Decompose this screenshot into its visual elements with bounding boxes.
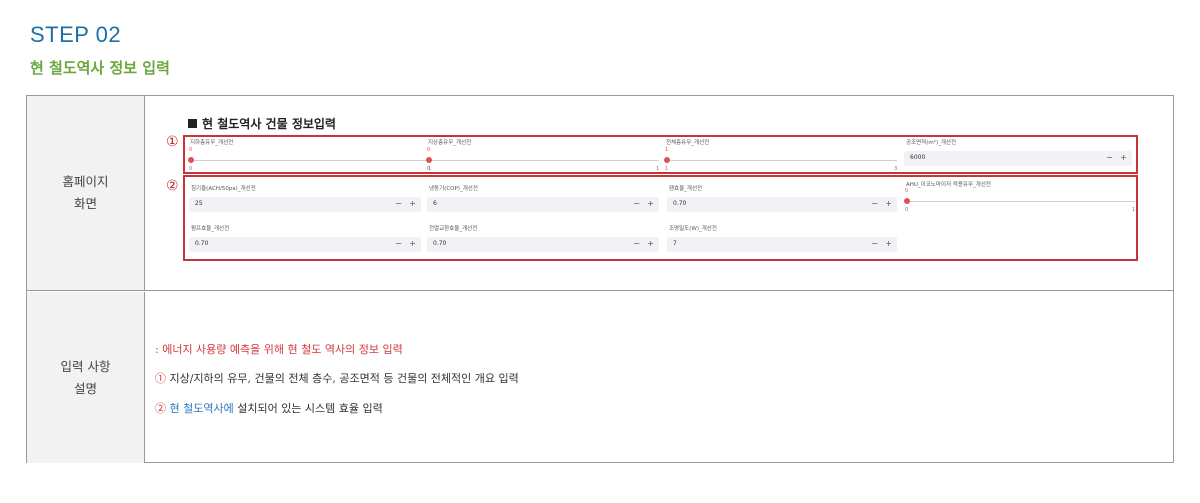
field-label: AHU_이코노마이저 적용유무_개선전 bbox=[906, 182, 991, 188]
input-value: 0.70 bbox=[195, 240, 209, 247]
description-content: : 에너지 사용량 예측을 위해 현 철도 역사의 정보 입력 ① 지상/지하의… bbox=[146, 292, 1173, 463]
slider-track[interactable] bbox=[191, 160, 431, 161]
slider-handle[interactable] bbox=[188, 157, 194, 163]
item-text: 지상/지하의 유무, 건물의 전체 층수, 공조면적 등 건물의 전체적인 개요… bbox=[166, 372, 519, 385]
ach-number-input[interactable]: 25 − + bbox=[189, 197, 421, 212]
slider-value: 1 bbox=[665, 147, 669, 153]
plus-button[interactable]: + bbox=[409, 239, 416, 248]
slider-max: 1 bbox=[1132, 207, 1136, 213]
hrv-number-input[interactable]: 0.70 − + bbox=[427, 237, 659, 252]
marker-one: ① bbox=[166, 134, 179, 150]
row-label-homepage: 홈페이지 화면 bbox=[27, 96, 145, 290]
slider-value: 0 bbox=[905, 188, 909, 194]
row-label-line: 화면 bbox=[73, 196, 97, 211]
field-label: 침기율(ACH/50pa)_개선전 bbox=[191, 186, 256, 192]
slider-track[interactable] bbox=[907, 201, 1135, 202]
lighting-number-input[interactable]: 7 − + bbox=[667, 237, 897, 252]
slider-handle[interactable] bbox=[664, 157, 670, 163]
plus-button[interactable]: + bbox=[647, 239, 654, 248]
step-title: STEP 02 bbox=[30, 22, 122, 47]
slider-handle[interactable] bbox=[426, 157, 432, 163]
minus-button[interactable]: − bbox=[871, 239, 878, 248]
slider-value: 0 bbox=[189, 147, 193, 153]
field-label: 펌프효율_개선전 bbox=[191, 226, 230, 232]
field-label: 지하층유무_개선전 bbox=[190, 140, 234, 146]
table-row-description: 입력 사항 설명 : 에너지 사용량 예측을 위해 현 철도 역사의 정보 입력… bbox=[27, 292, 1173, 463]
row-label-line: 입력 사항 bbox=[60, 358, 111, 374]
minus-button[interactable]: − bbox=[633, 239, 640, 248]
minus-button[interactable]: − bbox=[395, 239, 402, 248]
plus-button[interactable]: + bbox=[885, 199, 892, 208]
slider-track[interactable] bbox=[667, 160, 897, 161]
input-value: 6 bbox=[433, 200, 437, 207]
step-subtitle: 현 철도역사 정보 입력 bbox=[30, 59, 170, 77]
description-intro: : 에너지 사용량 예측을 위해 현 철도 역사의 정보 입력 bbox=[155, 343, 403, 356]
marker-two: ② bbox=[166, 178, 179, 194]
field-label: 조명밀도(W)_개선전 bbox=[669, 226, 717, 232]
plus-button[interactable]: + bbox=[1120, 153, 1127, 162]
field-label: 팬효율_개선전 bbox=[669, 186, 703, 192]
item-highlight: 현 철도역사에 bbox=[166, 402, 234, 415]
description-item-2: ② 현 철도역사에 설치되어 있는 시스템 효율 입력 bbox=[155, 400, 383, 416]
slider-handle[interactable] bbox=[904, 198, 910, 204]
plus-button[interactable]: + bbox=[647, 199, 654, 208]
square-bullet-icon bbox=[188, 119, 197, 128]
form-heading: 현 철도역사 건물 정보입력 bbox=[188, 115, 336, 132]
plus-button[interactable]: + bbox=[409, 199, 416, 208]
item-text: 설치되어 있는 시스템 효율 입력 bbox=[233, 402, 383, 415]
item-marker: ② bbox=[155, 402, 166, 415]
plus-button[interactable]: + bbox=[885, 239, 892, 248]
row-label-description: 입력 사항 설명 bbox=[27, 292, 145, 463]
field-label: 공조면적(m²)_개선전 bbox=[906, 140, 957, 146]
table-row-homepage: 홈페이지 화면 현 철도역사 건물 정보입력 ① ② 지하층유무_개선전 0 0… bbox=[27, 96, 1173, 291]
input-value: 25 bbox=[195, 200, 203, 207]
row-label-line: 설명 bbox=[73, 380, 97, 396]
field-label: 전열교환효율_개선전 bbox=[429, 226, 478, 232]
slider-value: 0 bbox=[427, 147, 431, 153]
row-label-line: 홈페이지 bbox=[62, 174, 109, 189]
item-marker: ① bbox=[155, 372, 166, 385]
input-value: 6000 bbox=[910, 154, 926, 161]
slider-min: 1 bbox=[665, 166, 669, 172]
description-item-1: ① 지상/지하의 유무, 건물의 전체 층수, 공조면적 등 건물의 전체적인 … bbox=[155, 370, 519, 386]
input-value: 7 bbox=[673, 240, 677, 247]
minus-button[interactable]: − bbox=[1106, 153, 1113, 162]
minus-button[interactable]: − bbox=[395, 199, 402, 208]
cop-number-input[interactable]: 6 − + bbox=[427, 197, 659, 212]
field-label: 전체층유무_개선전 bbox=[666, 140, 710, 146]
pump-number-input[interactable]: 0.70 − + bbox=[189, 237, 421, 252]
area-number-input[interactable]: 6000 − + bbox=[904, 151, 1132, 166]
homepage-screenshot: 현 철도역사 건물 정보입력 ① ② 지하층유무_개선전 0 0 1 지상층유무… bbox=[146, 96, 1173, 290]
field-label: 지상층유무_개선전 bbox=[428, 140, 472, 146]
fan-number-input[interactable]: 0.70 − + bbox=[667, 197, 897, 212]
minus-button[interactable]: − bbox=[871, 199, 878, 208]
slider-min: 0 bbox=[905, 207, 909, 213]
slider-track[interactable] bbox=[429, 160, 659, 161]
minus-button[interactable]: − bbox=[633, 199, 640, 208]
input-value: 0.70 bbox=[673, 200, 687, 207]
info-table: 홈페이지 화면 현 철도역사 건물 정보입력 ① ② 지하층유무_개선전 0 0… bbox=[26, 95, 1174, 463]
slider-max: 3 bbox=[894, 166, 898, 172]
input-value: 0.70 bbox=[433, 240, 447, 247]
field-label: 냉동기(COP)_개선전 bbox=[429, 186, 478, 192]
slider-max: 1 bbox=[656, 166, 660, 172]
slider-min: 0 bbox=[189, 166, 193, 172]
slider-min: 0 bbox=[427, 166, 431, 172]
